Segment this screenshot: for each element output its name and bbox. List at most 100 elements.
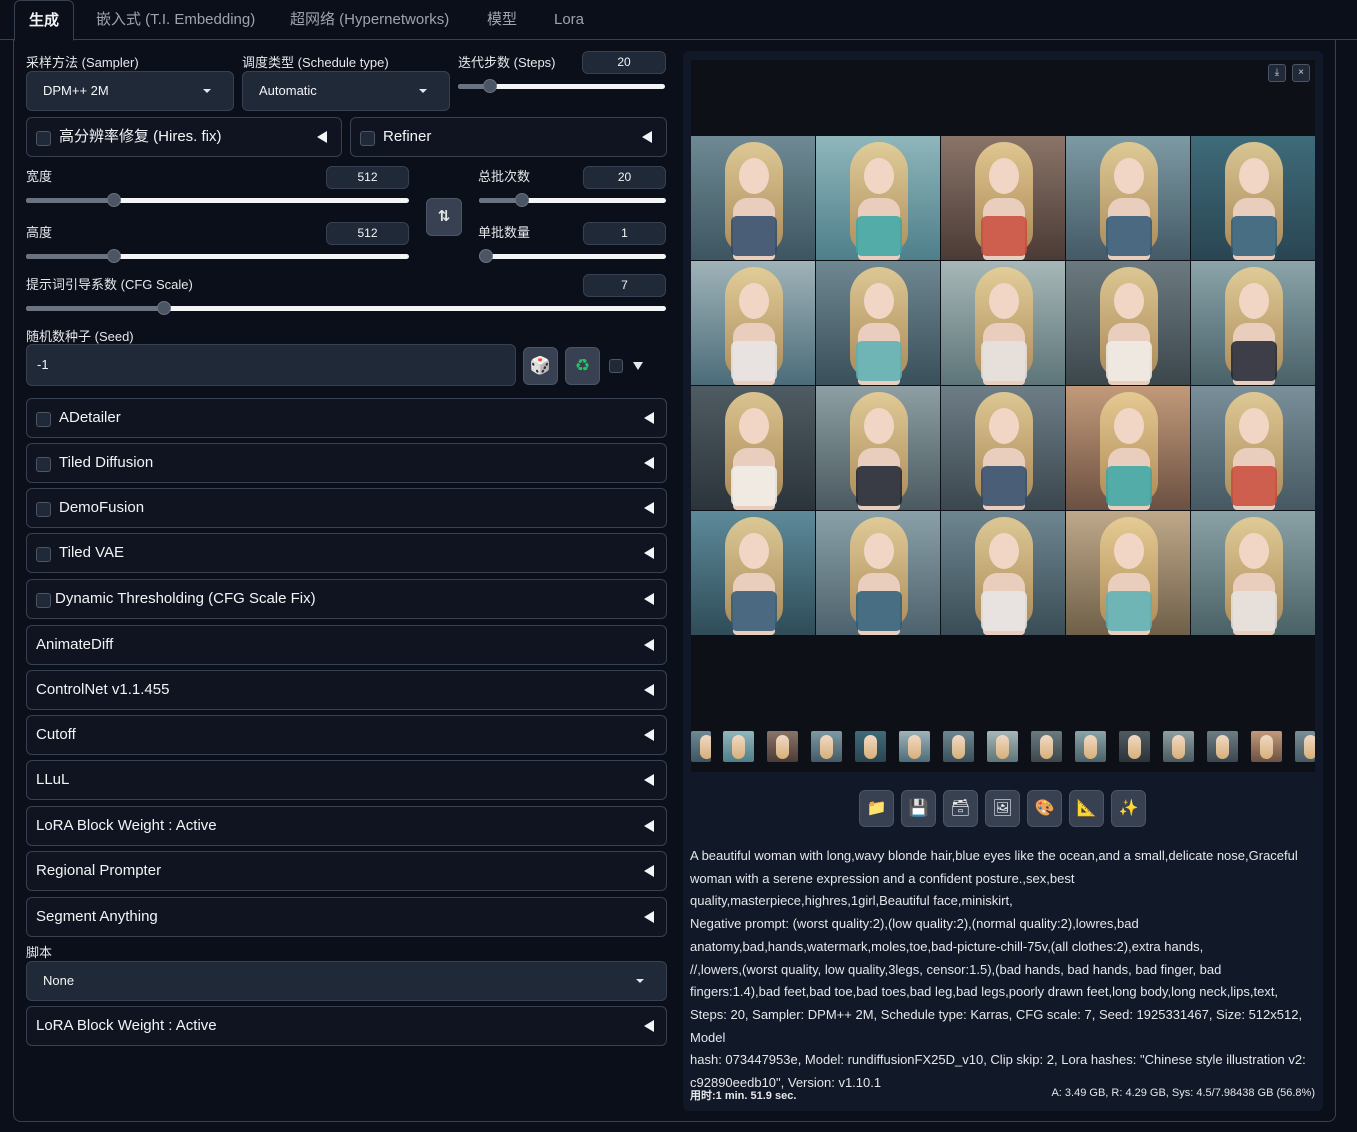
generated-image[interactable] [941, 511, 1065, 635]
collapse-arrow-icon[interactable] [644, 412, 654, 424]
steps-input[interactable]: 20 [582, 51, 666, 74]
extra-seed-checkbox[interactable] [609, 359, 623, 373]
accordion-lora-block-weight-active[interactable]: LoRA Block Weight : Active [26, 806, 667, 846]
collapse-arrow-icon[interactable] [644, 502, 654, 514]
slider-thumb[interactable] [479, 249, 493, 263]
generated-image[interactable] [941, 386, 1065, 510]
gallery-thumbnail[interactable] [1207, 731, 1238, 762]
upscale-button[interactable]: ✨ [1111, 790, 1146, 827]
generated-image[interactable] [1066, 386, 1190, 510]
height-slider[interactable] [26, 249, 409, 263]
width-slider[interactable] [26, 193, 409, 207]
collapse-arrow-icon[interactable] [644, 820, 654, 832]
collapse-arrow-icon[interactable] [644, 911, 654, 923]
gallery-thumbnail[interactable] [1119, 731, 1150, 762]
extra-seed-toggle-icon[interactable] [633, 362, 643, 370]
collapse-arrow-icon[interactable] [644, 593, 654, 605]
slider-thumb[interactable] [483, 79, 498, 93]
accordion-regional-prompter[interactable]: Regional Prompter [26, 851, 667, 891]
generated-image[interactable] [1191, 386, 1315, 510]
collapse-arrow-icon[interactable] [644, 774, 654, 786]
send-to-img2img-button[interactable]: 🖼 [985, 790, 1020, 827]
hires-fix-checkbox[interactable] [36, 131, 51, 146]
send-to-inpaint-button[interactable]: 🎨 [1027, 790, 1062, 827]
tab-ti-embedding[interactable]: 嵌入式 (T.I. Embedding) [96, 0, 255, 40]
batch-size-input[interactable]: 1 [583, 222, 666, 245]
gallery-thumbnail[interactable] [987, 731, 1018, 762]
tab-generate[interactable]: 生成 [14, 0, 75, 41]
collapse-arrow-icon[interactable] [644, 865, 654, 877]
close-icon[interactable]: × [1292, 64, 1310, 82]
generated-image[interactable] [1191, 261, 1315, 385]
gallery-thumbnail[interactable] [943, 731, 974, 762]
generated-image[interactable] [691, 386, 815, 510]
gallery-thumbnail[interactable] [1031, 731, 1062, 762]
generated-image[interactable] [1191, 136, 1315, 260]
gallery-thumbnail[interactable] [899, 731, 930, 762]
width-input[interactable]: 512 [326, 166, 409, 189]
gallery-thumbnail[interactable] [691, 731, 711, 762]
gallery-thumbnail[interactable] [1163, 731, 1194, 762]
cfg-slider[interactable] [26, 301, 666, 315]
collapse-arrow-icon[interactable] [317, 131, 327, 143]
bottom-lora-block-weight-accordion[interactable]: LoRA Block Weight : Active [26, 1006, 667, 1046]
hires-fix-accordion[interactable]: 高分辨率修复 (Hires. fix) [26, 117, 342, 157]
collapse-arrow-icon[interactable] [642, 131, 652, 143]
collapse-arrow-icon[interactable] [644, 457, 654, 469]
accordion-demofusion[interactable]: DemoFusion [26, 488, 667, 528]
gallery-thumbnail[interactable] [811, 731, 842, 762]
generated-image[interactable] [1066, 261, 1190, 385]
collapse-arrow-icon[interactable] [644, 729, 654, 741]
accordion-checkbox[interactable] [36, 593, 51, 608]
collapse-arrow-icon[interactable] [644, 547, 654, 559]
accordion-checkbox[interactable] [36, 547, 51, 562]
open-folder-button[interactable]: 📁 [859, 790, 894, 827]
sampler-select[interactable]: DPM++ 2M [26, 71, 234, 111]
gallery-thumbnail[interactable] [1075, 731, 1106, 762]
swap-dimensions-button[interactable]: ⇅ [426, 198, 462, 236]
accordion-checkbox[interactable] [36, 502, 51, 517]
generated-image[interactable] [1191, 511, 1315, 635]
batch-size-slider[interactable] [479, 249, 666, 263]
generated-image[interactable] [691, 511, 815, 635]
refiner-checkbox[interactable] [360, 131, 375, 146]
generated-image[interactable] [941, 136, 1065, 260]
generated-image[interactable] [816, 136, 940, 260]
accordion-llul[interactable]: LLuL [26, 760, 667, 800]
generated-image[interactable] [1066, 136, 1190, 260]
tab-hypernetworks[interactable]: 超网络 (Hypernetworks) [290, 0, 449, 40]
generated-image[interactable] [691, 261, 815, 385]
send-to-extras-button[interactable]: 📐 [1069, 790, 1104, 827]
accordion-cutoff[interactable]: Cutoff [26, 715, 667, 755]
tab-models[interactable]: 模型 [487, 0, 517, 40]
generated-image[interactable] [816, 386, 940, 510]
slider-thumb[interactable] [107, 193, 122, 207]
collapse-arrow-icon[interactable] [644, 1020, 654, 1032]
generated-image[interactable] [816, 261, 940, 385]
collapse-arrow-icon[interactable] [644, 639, 654, 651]
batch-count-slider[interactable] [479, 193, 666, 207]
reuse-seed-button[interactable]: ♻ [565, 347, 600, 385]
collapse-arrow-icon[interactable] [644, 684, 654, 696]
accordion-segment-anything[interactable]: Segment Anything [26, 897, 667, 937]
gallery-thumbnail[interactable] [1295, 731, 1315, 762]
generated-image[interactable] [941, 261, 1065, 385]
gallery-thumbnail[interactable] [767, 731, 798, 762]
height-input[interactable]: 512 [326, 222, 409, 245]
accordion-animatediff[interactable]: AnimateDiff [26, 625, 667, 665]
schedule-select[interactable]: Automatic [242, 71, 450, 111]
batch-count-input[interactable]: 20 [583, 166, 666, 189]
save-button[interactable]: 💾 [901, 790, 936, 827]
accordion-dynamic-thresholding-cfg-scale-fix[interactable]: Dynamic Thresholding (CFG Scale Fix) [26, 579, 667, 619]
accordion-controlnet-v1-1-455[interactable]: ControlNet v1.1.455 [26, 670, 667, 710]
gallery-thumbnail[interactable] [855, 731, 886, 762]
slider-thumb[interactable] [157, 301, 172, 315]
random-seed-button[interactable]: 🎲 [523, 347, 558, 385]
slider-thumb[interactable] [515, 193, 530, 207]
generated-image[interactable] [816, 511, 940, 635]
seed-input[interactable]: -1 [26, 344, 516, 386]
gallery-thumbnail[interactable] [1251, 731, 1282, 762]
generated-image[interactable] [1066, 511, 1190, 635]
accordion-tiled-vae[interactable]: Tiled VAE [26, 533, 667, 573]
generated-image[interactable] [691, 136, 815, 260]
